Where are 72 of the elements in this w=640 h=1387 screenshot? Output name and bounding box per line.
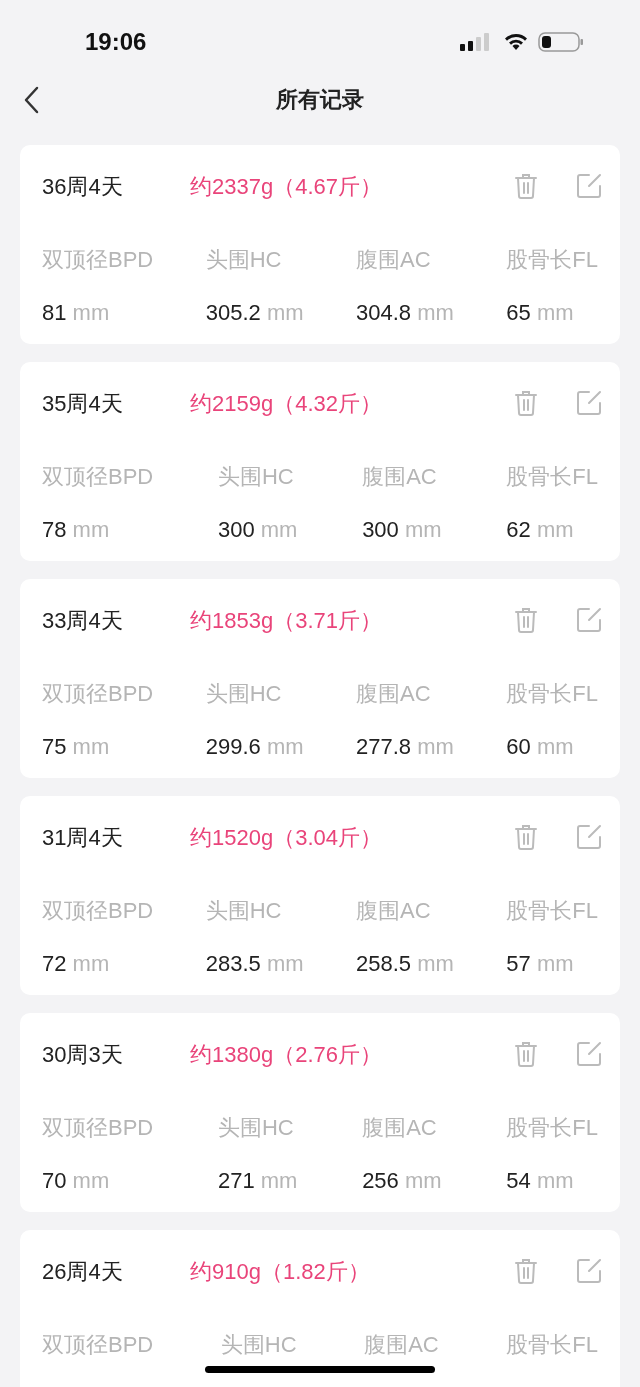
measure-label: 股骨长FL — [506, 1331, 598, 1359]
measure-label: 双顶径BPD — [42, 463, 154, 491]
weight-estimate: 约1853g（3.71斤） — [190, 606, 382, 635]
measure-label: 腹围AC — [356, 680, 432, 708]
measure-label: 腹围AC — [356, 246, 432, 274]
measure-value: 256 mm — [362, 1167, 442, 1195]
weight-estimate: 约2159g（4.32斤） — [190, 389, 382, 418]
measure-value: 258.5 mm — [356, 950, 454, 978]
measure-label: 股骨长FL — [506, 246, 598, 274]
trash-icon[interactable] — [514, 173, 538, 199]
edit-icon[interactable] — [576, 1041, 602, 1067]
trash-icon[interactable] — [514, 824, 538, 850]
edit-icon[interactable] — [576, 173, 602, 199]
measure-label: 腹围AC — [362, 463, 438, 491]
measure-label: 双顶径BPD — [42, 897, 154, 925]
weight-estimate: 约910g（1.82斤） — [190, 1257, 370, 1286]
trash-icon[interactable] — [514, 1258, 538, 1284]
gestation-age: 30周3天 — [42, 1040, 124, 1069]
measure-value: 81 mm — [42, 299, 111, 327]
measure-label: 腹围AC — [362, 1114, 438, 1142]
measure-label: 头围HC — [220, 1331, 297, 1359]
measure-label: 双顶径BPD — [42, 1114, 154, 1142]
edit-icon[interactable] — [576, 824, 602, 850]
measure-label: 股骨长FL — [506, 463, 598, 491]
measure-label: 双顶径BPD — [42, 680, 154, 708]
gestation-age: 26周4天 — [42, 1257, 124, 1286]
measure-label: 头围HC — [205, 246, 283, 274]
measure-label: 双顶径BPD — [42, 1331, 154, 1359]
measure-label: 腹围AC — [364, 1331, 439, 1359]
gestation-age: 31周4天 — [42, 823, 124, 852]
measure-value: 304.8 mm — [356, 299, 454, 327]
measure-value: 305.2 mm — [205, 299, 304, 327]
weight-estimate: 约1380g（2.76斤） — [190, 1040, 382, 1069]
battery-icon — [538, 31, 584, 53]
measure-value: 65 mm — [506, 299, 575, 327]
edit-icon[interactable] — [576, 1258, 602, 1284]
measure-label: 腹围AC — [356, 897, 432, 925]
measure-value: 57 mm — [506, 950, 575, 978]
measure-value: 271 mm — [217, 1167, 298, 1195]
gestation-age: 36周4天 — [42, 172, 124, 201]
measure-value: 54 mm — [506, 1167, 575, 1195]
measure-value: 300 mm — [217, 516, 298, 544]
measure-label: 股骨长FL — [506, 1114, 598, 1142]
measure-label: 头围HC — [205, 897, 283, 925]
status-time: 19:06 — [85, 27, 147, 57]
wifi-icon — [504, 33, 528, 51]
measure-label: 双顶径BPD — [42, 246, 154, 274]
trash-icon[interactable] — [514, 390, 538, 416]
weight-estimate: 约2337g（4.67斤） — [190, 172, 382, 201]
measure-value: 283.5 mm — [205, 950, 304, 978]
gestation-age: 35周4天 — [42, 389, 124, 418]
gestation-age: 33周4天 — [42, 606, 124, 635]
edit-icon[interactable] — [576, 390, 602, 416]
measure-label: 头围HC — [217, 1114, 295, 1142]
measure-label: 股骨长FL — [506, 897, 598, 925]
measure-value: 277.8 mm — [356, 733, 454, 761]
measure-label: 头围HC — [205, 680, 283, 708]
page-title: 所有记录 — [276, 85, 364, 114]
measure-value: 60 mm — [506, 733, 575, 761]
weight-estimate: 约1520g（3.04斤） — [190, 823, 382, 852]
measure-label: 股骨长FL — [506, 680, 598, 708]
measure-label: 头围HC — [217, 463, 295, 491]
measure-value: 62 mm — [506, 516, 575, 544]
measure-value: 300 mm — [362, 516, 442, 544]
measure-value: 70 mm — [42, 1167, 111, 1195]
trash-icon[interactable] — [514, 607, 538, 633]
measure-value: 75 mm — [42, 733, 111, 761]
measure-value: 78 mm — [42, 516, 111, 544]
measure-value: 72 mm — [42, 950, 111, 978]
measure-value: 299.6 mm — [205, 733, 304, 761]
edit-icon[interactable] — [576, 607, 602, 633]
trash-icon[interactable] — [514, 1041, 538, 1067]
